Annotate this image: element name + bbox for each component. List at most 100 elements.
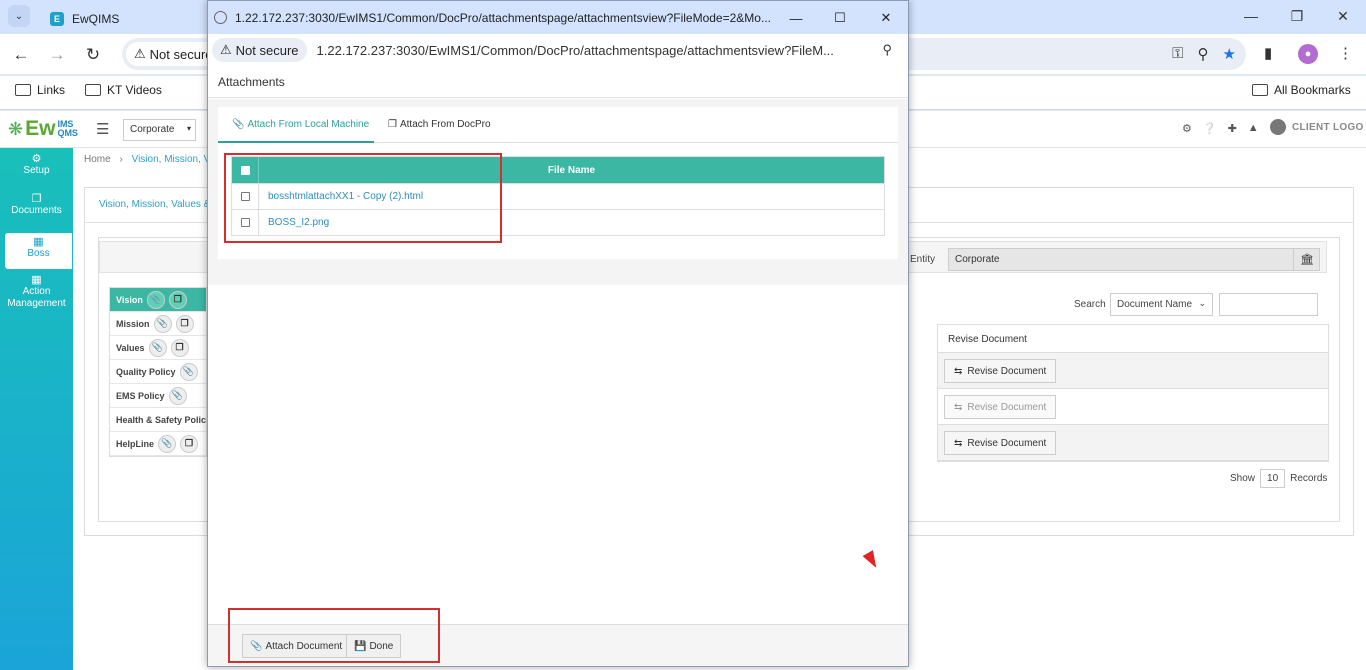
entity-field[interactable]: Corporate [948, 248, 1320, 271]
reload-icon[interactable]: ↻ [82, 44, 104, 66]
paperclip-icon[interactable]: 📎 [158, 434, 177, 453]
list-item-mission[interactable]: Mission 📎 ❐ [110, 312, 206, 336]
paperclip-icon[interactable]: 📎 [153, 314, 172, 333]
bookmark-kt-videos[interactable]: KT Videos [85, 83, 162, 97]
revise-table: Revise Document ⇆ Revise Document ⇆ Revi… [937, 324, 1329, 462]
hamburger-icon[interactable]: ☰ [96, 120, 109, 138]
bell-icon[interactable]: ▲ [1248, 122, 1259, 135]
table-row: ⇆ Revise Document [938, 389, 1328, 425]
minimize-icon[interactable]: — [1236, 4, 1266, 28]
sidebar-item-action-management[interactable]: ▦ Action Management [0, 274, 73, 310]
paperclip-icon[interactable]: 📎 [146, 290, 165, 309]
highlight-box [224, 153, 502, 243]
browser-tab[interactable]: E EwQIMS [40, 3, 210, 34]
breadcrumb: Home › Vision, Mission, V [84, 154, 210, 165]
profile-avatar[interactable]: ● [1298, 44, 1318, 64]
breadcrumb-home[interactable]: Home [84, 154, 111, 165]
paperclip-icon[interactable]: 📎 [148, 338, 167, 357]
chevron-right-icon: › [119, 154, 123, 165]
search-field-select[interactable]: Document Name ⌄ [1110, 293, 1213, 316]
sidebar-item-setup[interactable]: ⚙ Setup [0, 153, 73, 177]
list-item-health-safety[interactable]: Health & Safety Policy [110, 408, 206, 432]
page-size-input[interactable]: 10 [1260, 469, 1286, 488]
copy-icon[interactable]: ❐ [175, 314, 194, 333]
gear-icon[interactable]: ⚙ [1182, 122, 1192, 135]
gears-icon: ⚙ [31, 153, 42, 165]
paperclip-icon: 📎 [232, 119, 245, 130]
revise-document-button[interactable]: ⇆ Revise Document [944, 431, 1057, 455]
warning-icon: ⚠ [134, 46, 146, 61]
list-item-values[interactable]: Values 📎 ❐ [110, 336, 206, 360]
pagination: Show 10 Records [1230, 469, 1327, 488]
header-icons: ⚙ ❔ ✚ ▲ [1182, 119, 1286, 135]
popup-titlebar: 1.22.172.237:3030/EwIMS1/Common/DocPro/a… [208, 1, 908, 34]
popup-title: 1.22.172.237:3030/EwIMS1/Common/DocPro/a… [235, 10, 771, 25]
close-icon[interactable]: ✕ [874, 7, 898, 29]
menu-icon[interactable]: ⋮ [1338, 44, 1353, 62]
app-logo: ❋ Ew IMS QMS [8, 117, 78, 140]
breadcrumb-current[interactable]: Vision, Mission, V [132, 154, 211, 165]
copy-icon: ❐ [31, 193, 42, 205]
search-input[interactable] [1219, 293, 1318, 316]
key-icon[interactable]: ⚿ [1172, 45, 1183, 63]
revise-column-header: Revise Document [938, 325, 1328, 353]
forward-icon[interactable]: → [46, 44, 68, 66]
caret-down-icon: ▾ [186, 124, 191, 133]
attachments-header: Attachments [208, 66, 908, 98]
zoom-icon[interactable]: ⚲ [1198, 45, 1209, 63]
folder-icon [85, 84, 101, 96]
tab-vision-mission[interactable]: Vision, Mission, Values & [99, 199, 210, 210]
table-row: ⇆ Revise Document [938, 425, 1328, 461]
help-icon[interactable]: ❔ [1203, 122, 1217, 135]
tab-attach-local[interactable]: 📎 Attach From Local Machine [232, 119, 369, 130]
retweet-icon: ⇆ [954, 365, 963, 377]
back-icon[interactable]: ← [10, 44, 32, 66]
close-icon[interactable]: ✕ [1328, 4, 1358, 28]
attachments-popup-window: 1.22.172.237:3030/EwIMS1/Common/DocPro/a… [207, 0, 909, 667]
chevron-down-icon: ⌄ [1198, 298, 1206, 308]
globe-icon [214, 11, 227, 24]
paperclip-icon[interactable]: 📎 [179, 362, 198, 381]
all-bookmarks[interactable]: All Bookmarks [1252, 83, 1351, 97]
tab-search-button[interactable]: ⌄ [8, 5, 30, 27]
search-label: Search [1074, 299, 1106, 310]
list-item-quality-policy[interactable]: Quality Policy 📎 [110, 360, 206, 384]
address-actions: ⚿ ⚲ ★ [1172, 45, 1236, 63]
security-chip[interactable]: ⚠ Not secure [212, 38, 307, 62]
user-avatar[interactable] [1269, 119, 1286, 135]
building-icon: ▦ [31, 274, 42, 286]
tab-attach-docpro[interactable]: ❐ Attach From DocPro [388, 119, 491, 130]
highlight-box [228, 608, 440, 663]
client-logo: CLIENT LOGO [1292, 122, 1364, 133]
list-item-vision[interactable]: Vision 📎 ❐ [110, 288, 206, 312]
paperclip-icon[interactable]: 📎 [168, 386, 187, 405]
popup-url: 1.22.172.237:3030/EwIMS1/Common/DocPro/a… [316, 42, 834, 58]
plus-icon[interactable]: ✚ [1228, 122, 1237, 135]
sidebar: ⚙ Setup ❐ Documents ▦ Boss ▦ Action Mana… [0, 148, 73, 670]
retweet-icon: ⇆ [954, 401, 963, 413]
copy-icon[interactable]: ❐ [180, 434, 199, 453]
leaf-icon: ❋ [8, 118, 24, 139]
copy-icon: ❐ [388, 119, 397, 130]
list-item-ems-policy[interactable]: EMS Policy 📎 [110, 384, 206, 408]
star-icon[interactable]: ★ [1223, 45, 1236, 63]
zoom-icon[interactable]: ⚲ [882, 42, 892, 58]
sidebar-toggle-icon[interactable]: ▮ [1264, 44, 1272, 62]
copy-icon[interactable]: ❐ [168, 290, 187, 309]
sidebar-item-boss[interactable]: ▦ Boss [5, 233, 72, 269]
sidebar-item-documents[interactable]: ❐ Documents [0, 193, 73, 217]
popup-address-bar[interactable]: ⚠ Not secure 1.22.172.237:3030/EwIMS1/Co… [208, 34, 908, 66]
institution-icon[interactable]: 🏛 [1293, 248, 1320, 271]
revise-document-button[interactable]: ⇆ Revise Document [944, 395, 1057, 419]
bookmark-links[interactable]: Links [15, 83, 65, 97]
maximize-icon[interactable]: ☐ [828, 7, 852, 29]
policy-list: Vision 📎 ❐ Mission 📎 ❐ Values 📎 ❐ Qualit… [109, 287, 207, 457]
folder-icon [15, 84, 31, 96]
revise-document-button[interactable]: ⇆ Revise Document [944, 359, 1057, 383]
tab-title: EwQIMS [72, 11, 120, 26]
copy-icon[interactable]: ❐ [170, 338, 189, 357]
minimize-icon[interactable]: — [784, 7, 808, 29]
list-item-helpline[interactable]: HelpLine 📎 ❐ [110, 432, 206, 456]
entity-select[interactable]: Corporate ▾ [123, 119, 196, 141]
restore-icon[interactable]: ❐ [1282, 4, 1312, 28]
